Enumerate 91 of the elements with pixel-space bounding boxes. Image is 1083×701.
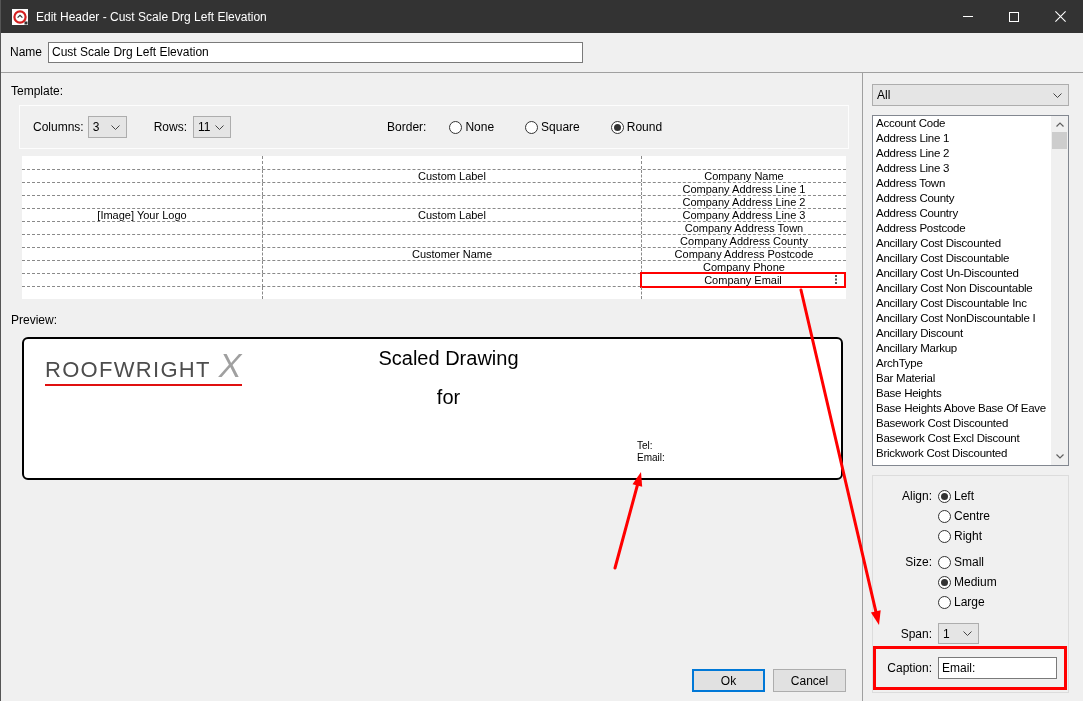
list-item[interactable]: Base Heights Above Base Of Eave bbox=[876, 401, 1046, 416]
list-item[interactable]: Ancillary Markup bbox=[876, 341, 957, 356]
list-item[interactable]: Ancillary Cost Discountable Inc bbox=[876, 296, 1027, 311]
maximize-icon bbox=[1009, 11, 1019, 22]
preview-subtitle: for bbox=[436, 385, 461, 409]
template-field[interactable]: Company Phone bbox=[703, 261, 785, 273]
list-item[interactable]: Ancillary Discount bbox=[876, 326, 963, 341]
template-field[interactable]: Company Address County bbox=[680, 235, 808, 247]
radio-option[interactable]: None bbox=[449, 117, 495, 137]
align-label: Align: bbox=[901, 488, 932, 505]
columns-dropdown[interactable]: 3 bbox=[87, 116, 127, 138]
radio-option[interactable]: Left bbox=[938, 486, 974, 506]
caret-icon bbox=[215, 124, 225, 130]
template-field[interactable]: [Image] Your Logo bbox=[97, 209, 187, 221]
rows-label: Rows: bbox=[153, 120, 188, 134]
template-field[interactable]: Custom Label bbox=[418, 170, 486, 182]
radio-option[interactable]: Round bbox=[610, 117, 663, 137]
list-item[interactable]: Ancillary Cost Non Discountable bbox=[876, 281, 1033, 296]
template-field[interactable]: Company Address Town bbox=[684, 222, 804, 234]
name-field[interactable]: Cust Scale Drg Left Elevation bbox=[48, 41, 583, 63]
list-item[interactable]: Address Postcode bbox=[876, 221, 966, 236]
list-item[interactable]: Ancillary Cost Un-Discounted bbox=[876, 266, 1019, 281]
list-item[interactable]: Address Country bbox=[876, 206, 958, 221]
radio-icon[interactable] bbox=[938, 529, 951, 543]
caret-icon bbox=[110, 124, 120, 130]
template-field[interactable]: Customer Name bbox=[411, 248, 493, 260]
radio-icon[interactable] bbox=[938, 595, 951, 609]
list-item[interactable]: Basework Cost Discounted bbox=[876, 416, 1009, 431]
radio-option[interactable]: Medium bbox=[938, 572, 997, 592]
radio-icon[interactable] bbox=[449, 120, 463, 134]
columns-label: Columns: bbox=[33, 120, 84, 134]
preview-text: Email: bbox=[637, 452, 665, 464]
list-item[interactable]: Ancillary Cost Discounted bbox=[876, 236, 1001, 251]
list-item[interactable]: Base Heights bbox=[876, 386, 942, 401]
radio-option[interactable]: Small bbox=[938, 552, 984, 572]
template-field[interactable]: Company Name bbox=[704, 170, 784, 182]
ok-button[interactable]: Ok bbox=[692, 669, 765, 692]
template-field[interactable]: Company Address Line 1 bbox=[682, 183, 806, 195]
radio-icon[interactable] bbox=[938, 489, 951, 503]
span-label: Span: bbox=[900, 625, 932, 643]
filter-dropdown[interactable]: All bbox=[872, 84, 1069, 106]
list-item[interactable]: Bar Material bbox=[876, 371, 935, 386]
preview-text: Tel: bbox=[637, 440, 653, 452]
minimize-icon bbox=[963, 16, 973, 17]
caret-icon bbox=[963, 631, 972, 636]
scroll-up-icon[interactable] bbox=[1055, 122, 1064, 127]
list-item[interactable]: Account Code bbox=[876, 116, 946, 131]
list-item[interactable]: Ancillary Cost NonDiscountable I bbox=[876, 311, 1036, 326]
caption-label: Caption: bbox=[887, 660, 932, 677]
preview-title: Scaled Drawing bbox=[378, 346, 519, 370]
app-icon bbox=[12, 8, 28, 25]
template-field[interactable]: Company Address Postcode bbox=[674, 248, 814, 260]
template-field[interactable]: Company Email bbox=[704, 274, 782, 286]
radio-option[interactable]: Square bbox=[525, 117, 580, 137]
scroll-down-icon[interactable] bbox=[1055, 454, 1064, 459]
list-item[interactable]: Address Line 3 bbox=[876, 161, 950, 176]
resize-handle-icon[interactable] bbox=[835, 275, 837, 284]
radio-icon[interactable] bbox=[938, 509, 951, 523]
radio-icon[interactable] bbox=[938, 555, 951, 569]
list-item[interactable]: Address County bbox=[876, 191, 955, 206]
radio-option[interactable]: Right bbox=[938, 526, 982, 546]
template-label: Template: bbox=[11, 84, 64, 98]
window-title: Edit Header - Cust Scale Drg Left Elevation bbox=[36, 9, 267, 24]
close-icon bbox=[1054, 11, 1066, 22]
list-item[interactable]: Address Town bbox=[876, 176, 946, 191]
logo-mark: X bbox=[218, 351, 242, 379]
size-label: Size: bbox=[905, 554, 932, 571]
list-item[interactable]: Address Line 2 bbox=[876, 146, 950, 161]
list-item[interactable]: Basework Cost Excl Discount bbox=[876, 431, 1020, 446]
name-label: Name bbox=[10, 45, 42, 59]
radio-icon[interactable] bbox=[938, 575, 951, 589]
radio-icon[interactable] bbox=[610, 120, 624, 134]
template-field[interactable]: Custom Label bbox=[418, 209, 486, 221]
span-dropdown[interactable]: 1 bbox=[938, 623, 979, 644]
template-field[interactable]: Company Address Line 2 bbox=[682, 196, 806, 208]
preview-label: Preview: bbox=[11, 313, 57, 327]
scrollbar-thumb[interactable] bbox=[1052, 132, 1067, 149]
list-item[interactable]: Brickwork Cost Discounted bbox=[876, 446, 1008, 461]
list-item[interactable]: Ancillary Cost Discountable bbox=[876, 251, 1010, 266]
caret-icon bbox=[1053, 92, 1062, 98]
list-item[interactable]: ArchType bbox=[876, 356, 923, 371]
rows-dropdown[interactable]: 11 bbox=[193, 116, 232, 138]
caption-field[interactable]: Email: bbox=[938, 657, 1057, 679]
border-label: Border: bbox=[387, 120, 427, 134]
radio-option[interactable]: Centre bbox=[938, 506, 991, 526]
cancel-button[interactable]: Cancel bbox=[773, 669, 846, 692]
radio-icon[interactable] bbox=[525, 120, 539, 134]
radio-option[interactable]: Large bbox=[938, 592, 985, 612]
list-item[interactable]: Address Line 1 bbox=[876, 131, 950, 146]
template-field[interactable]: Company Address Line 3 bbox=[682, 209, 806, 221]
logo-wordmark: ROOFWRIGHT bbox=[45, 356, 211, 384]
